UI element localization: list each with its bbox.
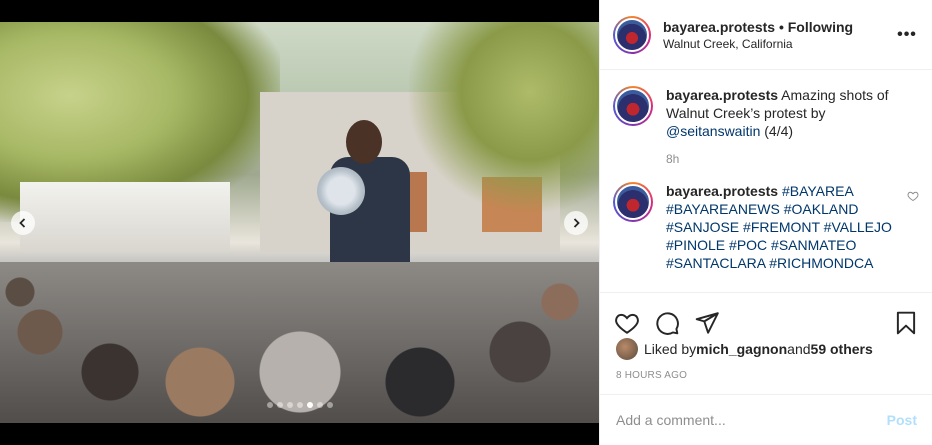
comment-body: bayarea.protests #BAYAREA #BAYAREANEWS #… (666, 182, 901, 272)
more-options-button[interactable]: ••• (895, 26, 919, 44)
photo-speaker-head (346, 120, 382, 164)
comment-icon[interactable] (654, 310, 680, 336)
post-header: bayarea.protests • Following Walnut Cree… (600, 0, 932, 70)
slide-dot (306, 402, 313, 408)
slide-indicator (0, 402, 599, 408)
posted-time[interactable]: 8 HOURS AGO (616, 370, 687, 381)
comment-username[interactable]: bayarea.protests (666, 183, 778, 199)
post-media (0, 0, 599, 445)
likes-others-link[interactable]: 59 others (811, 341, 873, 357)
photo-megaphone (317, 167, 365, 215)
chevron-left-icon (19, 218, 26, 228)
hashtag-comment: bayarea.protests #BAYAREA #BAYAREANEWS #… (613, 182, 919, 272)
slide-dot (316, 402, 323, 408)
separator: • (778, 18, 784, 35)
photo-tent (20, 182, 230, 252)
slide-dot (276, 402, 283, 408)
slide-dot (296, 402, 303, 408)
username-link[interactable]: bayarea.protests (663, 19, 775, 35)
liker-username[interactable]: mich_gagnon (696, 341, 787, 357)
comment-like-heart-icon[interactable] (907, 190, 919, 202)
mention-link[interactable]: @seitanswaitin (666, 123, 760, 139)
heart-icon[interactable] (614, 310, 640, 336)
following-button[interactable]: Following (788, 19, 853, 35)
post-photo[interactable] (0, 22, 599, 423)
comment-username[interactable]: bayarea.protests (666, 87, 778, 103)
chevron-right-icon (573, 218, 580, 228)
likes-middle: and (787, 341, 811, 357)
caption-comment: bayarea.protests Amazing shots of Walnut… (613, 86, 919, 168)
likes-summary: Liked by mich_gagnon and 59 others (616, 338, 873, 360)
slide-dot (286, 402, 293, 408)
avatar-image (615, 17, 649, 52)
header-text: bayarea.protests • Following Walnut Cree… (663, 19, 895, 51)
photo-trees (409, 22, 599, 212)
avatar-image (615, 88, 651, 124)
avatar[interactable] (613, 15, 651, 54)
avatar[interactable] (613, 86, 653, 126)
likes-prefix: Liked by (644, 341, 697, 357)
location-link[interactable]: Walnut Creek, California (663, 37, 895, 51)
bookmark-icon[interactable] (893, 310, 919, 336)
post-info-panel: bayarea.protests • Following Walnut Cree… (599, 0, 932, 445)
slide-dot (326, 402, 333, 408)
slide-dot (266, 402, 273, 408)
avatar[interactable] (613, 182, 653, 222)
avatar-image (615, 184, 651, 220)
comment-suffix: (4/4) (760, 123, 794, 139)
send-icon[interactable] (694, 310, 720, 336)
previous-slide-button[interactable] (11, 211, 35, 235)
next-slide-button[interactable] (564, 211, 588, 235)
header-line: bayarea.protests • Following (663, 19, 895, 35)
photo-crowd (0, 262, 599, 423)
more-horizontal-icon: ••• (897, 25, 917, 43)
action-bar (600, 292, 932, 342)
comment-input[interactable] (616, 412, 887, 428)
comment-body: bayarea.protests Amazing shots of Walnut… (666, 86, 919, 168)
add-comment-bar: Post (600, 394, 932, 445)
post-comment-button[interactable]: Post (887, 412, 917, 428)
liker-avatar[interactable] (616, 338, 638, 360)
comment-time[interactable]: 8h (666, 150, 919, 168)
comments-list: bayarea.protests Amazing shots of Walnut… (600, 70, 932, 292)
